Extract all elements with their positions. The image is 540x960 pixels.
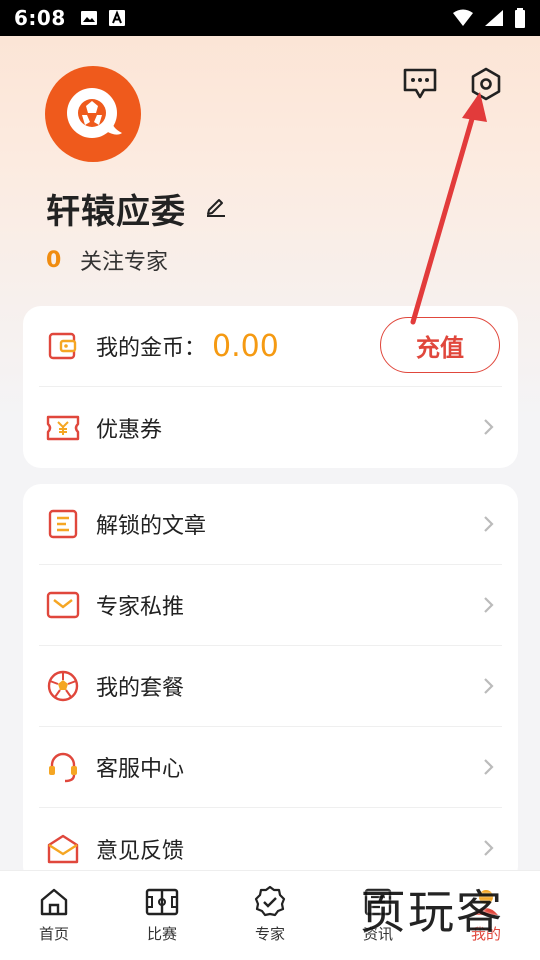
feedback-envelope-icon [45,831,81,867]
menu-item-label: 我的套餐 [96,676,185,701]
signal-icon [485,10,503,26]
home-icon [37,885,71,919]
watermark-text: 页玩客 [360,885,504,939]
menu-item-customer-service[interactable]: 客服中心 [39,727,502,808]
follow-count: 0 [46,247,62,273]
nav-label: 比赛 [146,925,177,943]
nav-tab-home[interactable]: 首页 [0,871,108,960]
menu-item-label: 解锁的文章 [96,514,207,539]
mail-icon [45,587,81,623]
username: 轩辕应委 [46,192,186,232]
coins-value: 0.00 [212,328,279,364]
recharge-button[interactable]: 充值 [380,317,500,373]
chevron-right-icon [484,759,494,775]
wifi-icon [453,9,473,26]
chevron-right-icon [484,516,494,532]
wallet-card: 我的金币： 0.00 充值 优惠券 [23,306,518,468]
menu-card: 解锁的文章 专家私推 我的套餐 客服中心 意见反馈 [23,484,518,884]
follow-experts-link[interactable]: 0 关注专家 [46,244,168,276]
menu-item-unlocked-articles[interactable]: 解锁的文章 [39,484,502,565]
edit-name-button[interactable] [204,194,228,218]
chevron-right-icon [484,840,494,856]
pencil-icon [207,199,225,217]
menu-item-label: 专家私推 [96,595,185,620]
coupon-label: 优惠券 [96,417,163,443]
match-field-icon [145,885,179,919]
settings-hexagon-icon [471,67,501,101]
app-logo-icon [67,88,122,138]
status-time: 6:08 [14,6,66,30]
wallet-icon [45,328,81,364]
nav-label: 专家 [254,925,285,943]
status-bar: 6:08 [0,0,540,36]
battery-icon [515,8,525,28]
image-notification-icon [80,11,97,25]
football-icon [45,668,81,704]
chevron-right-icon [484,678,494,694]
coins-label: 我的金币： [96,336,207,361]
expert-badge-icon [253,885,287,919]
avatar[interactable] [45,66,141,162]
menu-item-label: 客服中心 [96,757,185,782]
message-button[interactable] [402,66,438,102]
headset-icon [45,749,81,785]
menu-item-expert-push[interactable]: 专家私推 [39,565,502,646]
chat-bubble-icon [403,68,437,99]
coins-row: 我的金币： 0.00 充值 [39,306,502,387]
settings-button[interactable] [468,66,504,102]
nav-label: 首页 [38,925,69,943]
chevron-right-icon [484,419,494,435]
coupon-row[interactable]: 优惠券 [39,387,502,468]
nav-tab-matches[interactable]: 比赛 [108,871,216,960]
nav-tab-experts[interactable]: 专家 [216,871,324,960]
coupon-icon [45,410,81,446]
font-notification-icon [108,10,125,26]
menu-item-my-package[interactable]: 我的套餐 [39,646,502,727]
article-icon [45,506,81,542]
menu-item-label: 意见反馈 [96,838,185,864]
chevron-right-icon [484,597,494,613]
follow-label: 关注专家 [80,250,169,275]
